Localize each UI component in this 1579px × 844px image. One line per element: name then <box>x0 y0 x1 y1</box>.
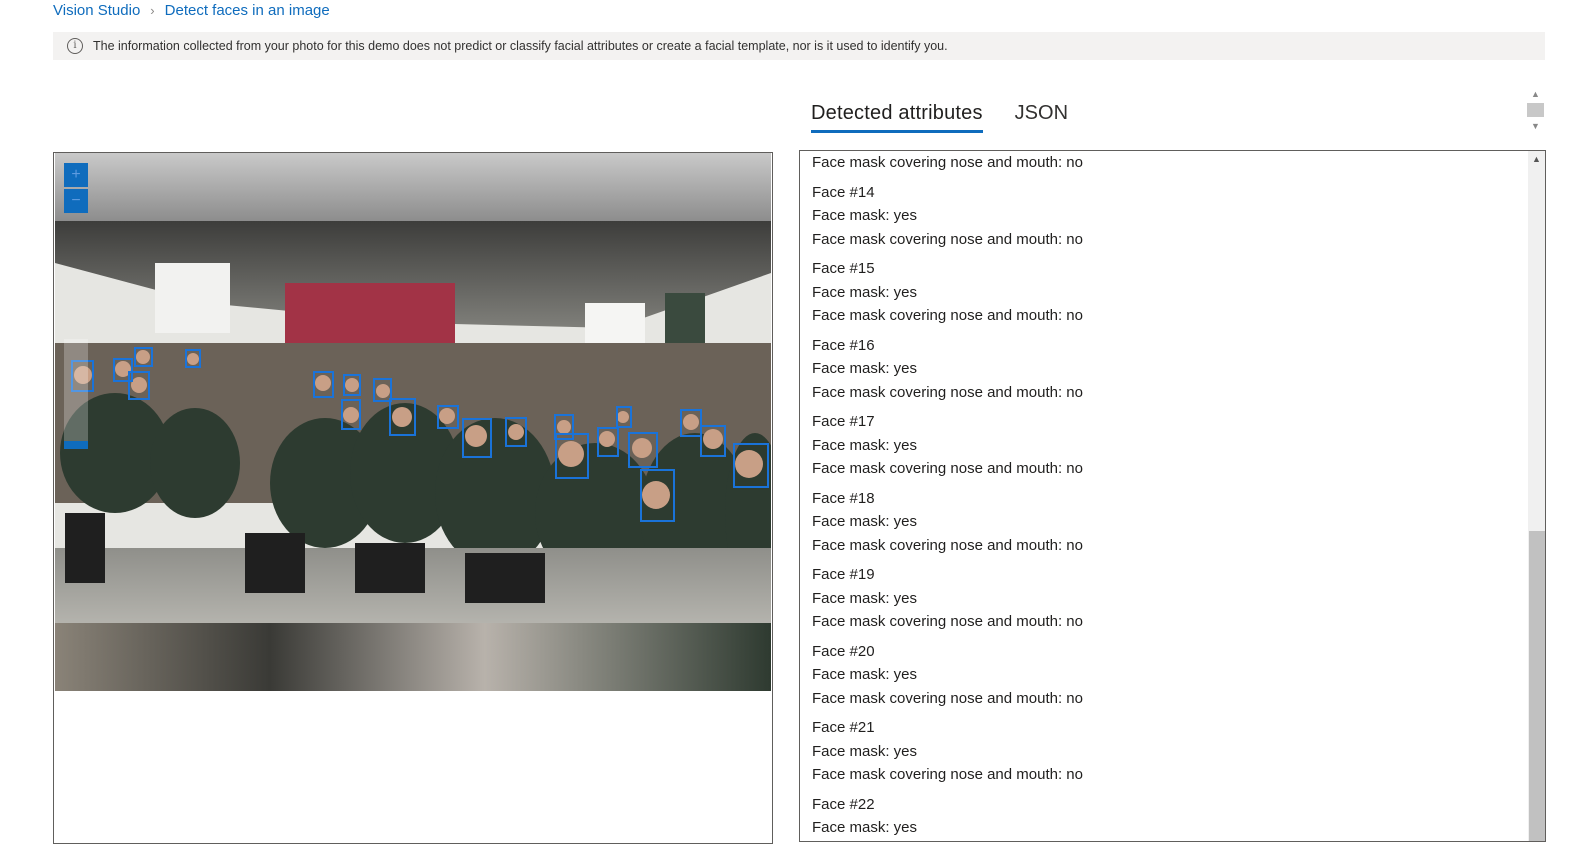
attributes-scrollbar[interactable]: ▲ <box>1528 151 1545 841</box>
face-mask-value: Face mask: yes <box>812 513 918 530</box>
face-title: Face #21 <box>812 719 875 736</box>
face-title: Face #18 <box>812 489 875 507</box>
face-entry: Face #22 Face mask: yes <box>812 793 1525 840</box>
breadcrumb: Vision Studio › Detect faces in an image <box>53 0 330 20</box>
face-mask-covering-value: Face mask covering nose and mouth: no <box>812 383 1083 401</box>
face-entry: Face #16 Face mask: yes Face mask coveri… <box>812 334 1525 405</box>
page-scrollbar-thumb[interactable] <box>1527 103 1544 117</box>
breadcrumb-current-link[interactable]: Detect faces in an image <box>165 2 330 19</box>
tab-detected-attributes[interactable]: Detected attributes <box>811 98 983 133</box>
face-title: Face #16 <box>812 336 875 354</box>
face-mask-value: Face mask: yes <box>812 283 918 301</box>
face-mask-value: Face mask: yes <box>812 819 918 836</box>
face-title: Face #19 <box>812 566 875 583</box>
chevron-up-icon[interactable]: ▲ <box>1527 88 1544 100</box>
face-title: Face #14 <box>812 183 875 201</box>
attributes-list: Face mask covering nose and mouth: no Fa… <box>812 151 1525 840</box>
zoom-in-button[interactable]: + <box>64 163 88 187</box>
face-mask-value: Face mask: yes <box>812 589 918 607</box>
breadcrumb-home-link[interactable]: Vision Studio <box>53 2 140 19</box>
face-entry: Face #19 Face mask: yes Face mask coveri… <box>812 563 1525 634</box>
zoom-slider[interactable] <box>64 339 88 449</box>
face-entry: Face #18 Face mask: yes Face mask coveri… <box>812 487 1525 558</box>
zoom-slider-handle[interactable] <box>64 441 88 449</box>
face-mask-value: Face mask: yes <box>812 436 918 454</box>
result-tabs: Detected attributes JSON <box>811 98 1100 133</box>
face-mask-value: Face mask: yes <box>812 360 918 377</box>
privacy-notice: i The information collected from your ph… <box>53 32 1545 60</box>
face-entry: Face #21 Face mask: yes Face mask coveri… <box>812 716 1525 787</box>
analyzed-photo <box>55 153 771 691</box>
page-scrollbar[interactable]: ▲ ▼ <box>1527 88 1544 136</box>
face-title: Face #22 <box>812 795 875 813</box>
face-mask-covering-value: Face mask covering nose and mouth: no <box>812 307 1083 324</box>
detected-attributes-panel: Face mask covering nose and mouth: no Fa… <box>799 150 1546 842</box>
face-mask-covering-value: Face mask covering nose and mouth: no <box>812 230 1083 248</box>
face-mask-covering-value: Face mask covering nose and mouth: no <box>812 536 1083 554</box>
face-entry: Face #20 Face mask: yes Face mask coveri… <box>812 640 1525 711</box>
attributes-scrollbar-thumb[interactable] <box>1529 531 1545 841</box>
breadcrumb-separator: › <box>150 2 155 18</box>
face-mask-covering-value: Face mask covering nose and mouth: no <box>812 460 1083 477</box>
tab-json[interactable]: JSON <box>1015 98 1068 133</box>
face-mask-value: Face mask: yes <box>812 207 918 224</box>
chevron-up-icon[interactable]: ▲ <box>1528 151 1545 167</box>
face-mask-value: Face mask: yes <box>812 742 918 760</box>
face-entry: Face #14 Face mask: yes Face mask coveri… <box>812 181 1525 252</box>
zoom-out-button[interactable]: − <box>64 189 88 213</box>
face-mask-covering-value: Face mask covering nose and mouth: no <box>812 613 1083 630</box>
image-viewer: + − <box>53 152 773 844</box>
face-title: Face #17 <box>812 413 875 430</box>
attribute-line: Face mask covering nose and mouth: no <box>812 154 1083 171</box>
face-mask-value: Face mask: yes <box>812 666 918 683</box>
privacy-notice-text: The information collected from your phot… <box>93 39 948 53</box>
info-icon: i <box>67 38 83 54</box>
face-mask-covering-value: Face mask covering nose and mouth: no <box>812 689 1083 707</box>
face-entry: Face #15 Face mask: yes Face mask coveri… <box>812 257 1525 328</box>
face-mask-covering-value: Face mask covering nose and mouth: no <box>812 766 1083 783</box>
face-title: Face #20 <box>812 642 875 660</box>
face-title: Face #15 <box>812 260 875 277</box>
face-entry: Face #17 Face mask: yes Face mask coveri… <box>812 410 1525 481</box>
chevron-down-icon[interactable]: ▼ <box>1527 120 1544 132</box>
